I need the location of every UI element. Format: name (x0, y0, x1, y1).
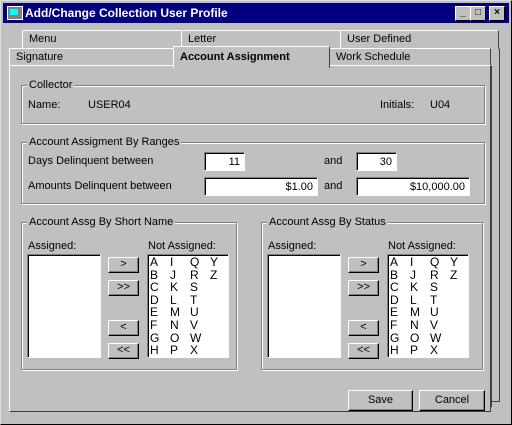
short-name-add-button[interactable]: > (108, 257, 139, 273)
short-name-not-assigned-list[interactable]: ABCDEFGH IJKLMNOP QRSTUVWX YZ (147, 254, 229, 358)
amount-from-field[interactable]: $1.00 (204, 177, 318, 196)
short-name-remove-button[interactable]: < (108, 320, 139, 336)
ranges-group-label: Account Assigment By Ranges (27, 136, 182, 148)
short-name-letter-item[interactable]: A (150, 256, 158, 268)
short-name-letter-item[interactable]: O (170, 332, 179, 344)
window-title: Add/Change Collection User Profile (25, 6, 228, 20)
amounts-and-label: and (324, 180, 343, 192)
status-letter-item[interactable]: A (390, 256, 398, 268)
initials-value: U04 (430, 99, 451, 111)
name-label: Name: (28, 99, 61, 111)
short-name-group-label: Account Assg By Short Name (27, 216, 176, 228)
short-name-letter-item[interactable]: R (190, 269, 199, 281)
status-letter-item[interactable]: U (430, 306, 439, 318)
days-delinquent-label: Days Delinquent between (28, 155, 154, 167)
status-assigned-list[interactable] (267, 254, 341, 358)
status-letter-item[interactable]: P (410, 344, 418, 356)
status-letter-item[interactable]: Z (450, 269, 457, 281)
tab-account-assignment[interactable]: Account Assignment (173, 46, 330, 68)
short-name-letter-item[interactable]: G (150, 332, 159, 344)
status-letter-item[interactable]: G (390, 332, 399, 344)
save-button[interactable]: Save (348, 390, 413, 411)
status-letter-item[interactable]: K (410, 281, 418, 293)
status-letter-item[interactable]: M (410, 306, 420, 318)
short-name-letter-item[interactable]: E (150, 306, 158, 318)
short-name-letter-item[interactable]: Y (210, 256, 218, 268)
name-value: USER04 (88, 99, 131, 111)
collector-group-label: Collector (27, 79, 75, 91)
app-icon (7, 6, 23, 20)
tab-user-defined[interactable]: User Defined (340, 30, 499, 49)
short-name-letter-item[interactable]: M (170, 306, 180, 318)
days-to-field[interactable]: 30 (356, 152, 397, 171)
short-name-letter-item[interactable]: K (170, 281, 178, 293)
short-name-letter-item[interactable]: U (190, 306, 199, 318)
short-name-letter-item[interactable]: T (190, 294, 197, 306)
profile-dialog: Add/Change Collection User Profile _ □ ×… (0, 0, 512, 425)
status-letter-item[interactable]: X (430, 344, 438, 356)
initials-label: Initials: (380, 99, 415, 111)
status-letter-item[interactable]: L (410, 294, 417, 306)
short-name-letter-item[interactable]: S (190, 281, 198, 293)
short-name-letter-item[interactable]: N (170, 319, 179, 331)
maximize-button[interactable]: □ (470, 6, 486, 21)
short-name-letter-item[interactable]: D (150, 294, 159, 306)
status-add-all-button[interactable]: >> (348, 280, 379, 296)
days-from-field[interactable]: 11 (204, 152, 245, 171)
short-name-letter-item[interactable]: Z (210, 269, 217, 281)
short-name-letter-item[interactable]: I (170, 256, 173, 268)
short-name-letter-item[interactable]: Q (190, 256, 199, 268)
status-letter-item[interactable]: I (410, 256, 413, 268)
short-name-assigned-label: Assigned: (28, 240, 77, 252)
status-letter-item[interactable]: B (390, 269, 398, 281)
status-letter-item[interactable]: N (410, 319, 419, 331)
status-remove-button[interactable]: < (348, 320, 379, 336)
status-letter-item[interactable]: S (430, 281, 438, 293)
status-not-assigned-label: Not Assigned: (388, 240, 456, 252)
status-letter-item[interactable]: H (390, 344, 399, 356)
amount-to-field[interactable]: $10,000.00 (356, 177, 470, 196)
status-remove-all-button[interactable]: << (348, 343, 379, 359)
short-name-letter-item[interactable]: B (150, 269, 158, 281)
minimize-button[interactable]: _ (455, 6, 471, 21)
short-name-letter-item[interactable]: C (150, 281, 159, 293)
short-name-add-all-button[interactable]: >> (108, 280, 139, 296)
short-name-letter-item[interactable]: L (170, 294, 177, 306)
tab-menu[interactable]: Menu (22, 30, 182, 49)
status-assigned-label: Assigned: (268, 240, 317, 252)
short-name-letter-item[interactable]: V (190, 319, 198, 331)
status-letter-item[interactable]: T (430, 294, 437, 306)
status-letter-item[interactable]: C (390, 281, 399, 293)
short-name-letter-item[interactable]: F (150, 319, 157, 331)
status-letter-item[interactable]: Q (430, 256, 439, 268)
status-add-button[interactable]: > (348, 257, 379, 273)
cancel-button[interactable]: Cancel (419, 390, 485, 411)
title-bar[interactable]: Add/Change Collection User Profile _ □ × (3, 3, 509, 23)
days-and-label: and (324, 155, 343, 167)
short-name-not-assigned-label: Not Assigned: (148, 240, 216, 252)
status-not-assigned-list[interactable]: ABCDEFGH IJKLMNOP QRSTUVWX YZ (387, 254, 469, 358)
status-letter-item[interactable]: J (410, 269, 416, 281)
status-letter-item[interactable]: Y (450, 256, 458, 268)
status-letter-item[interactable]: F (390, 319, 397, 331)
status-letter-item[interactable]: R (430, 269, 439, 281)
short-name-assigned-list[interactable] (27, 254, 101, 358)
close-button[interactable]: × (489, 6, 505, 21)
status-letter-item[interactable]: O (410, 332, 419, 344)
status-letter-item[interactable]: W (430, 332, 441, 344)
status-group-label: Account Assg By Status (267, 216, 388, 228)
short-name-letter-item[interactable]: H (150, 344, 159, 356)
short-name-letter-item[interactable]: W (190, 332, 201, 344)
status-letter-item[interactable]: E (390, 306, 398, 318)
short-name-letter-item[interactable]: X (190, 344, 198, 356)
status-letter-item[interactable]: D (390, 294, 399, 306)
amounts-delinquent-label: Amounts Delinquent between (28, 180, 172, 192)
short-name-letter-item[interactable]: P (170, 344, 178, 356)
short-name-letter-item[interactable]: J (170, 269, 176, 281)
status-letter-item[interactable]: V (430, 319, 438, 331)
short-name-remove-all-button[interactable]: << (108, 343, 139, 359)
